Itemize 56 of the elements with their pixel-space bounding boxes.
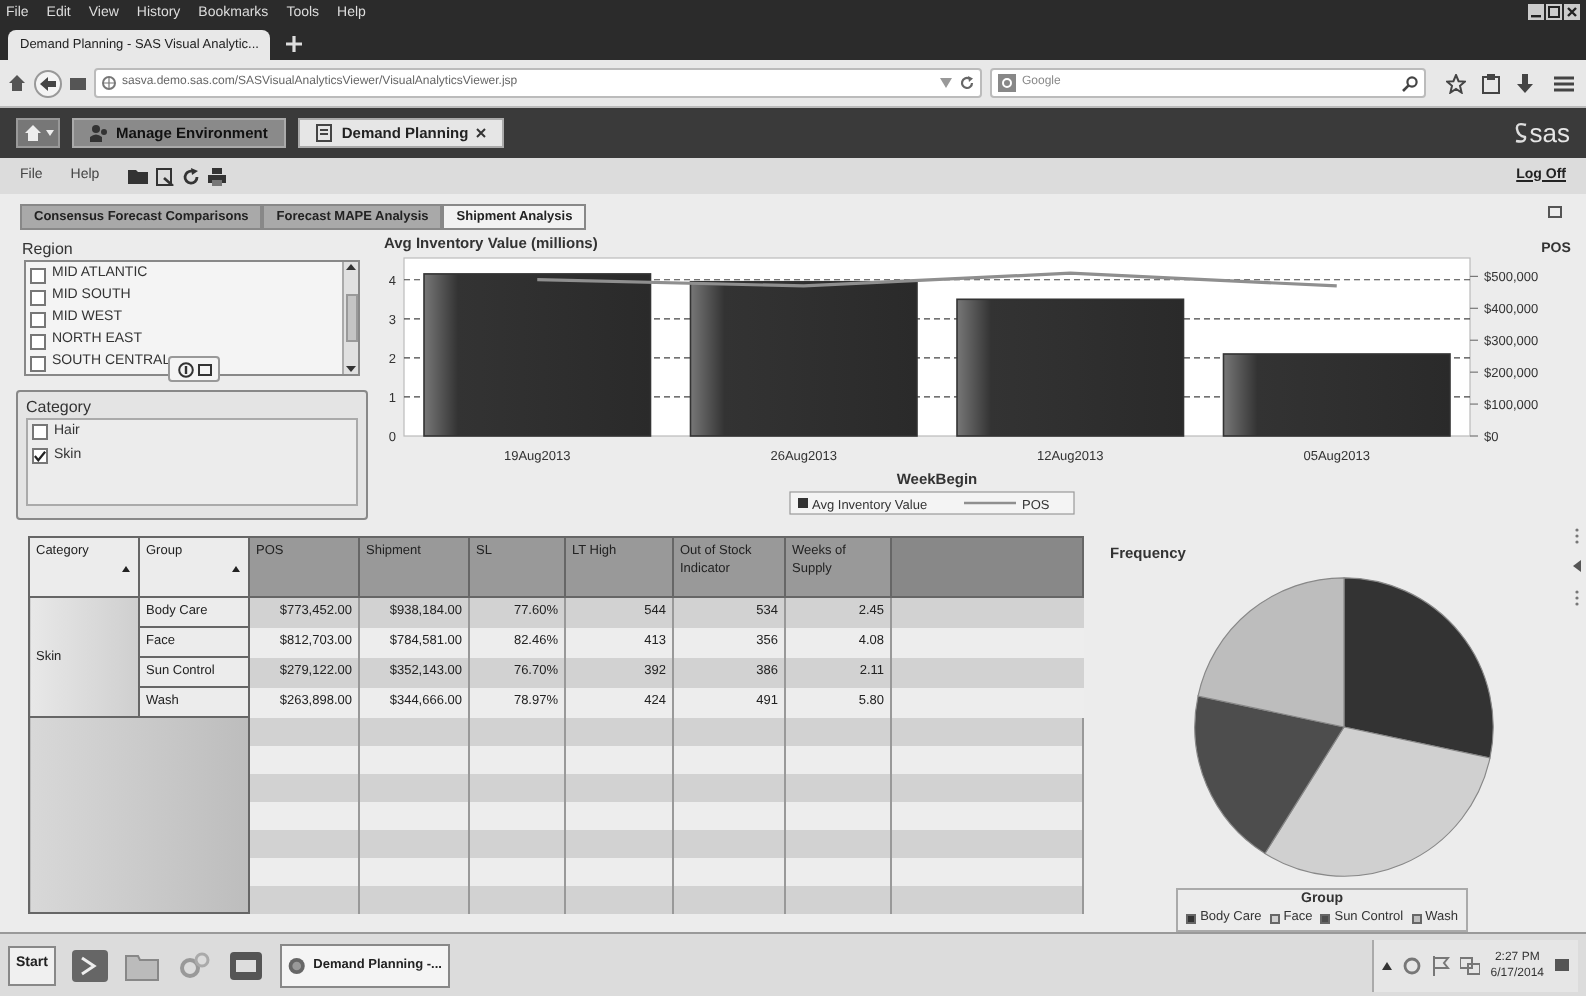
scrollbar-thumb[interactable] xyxy=(345,294,357,342)
caret-icon xyxy=(45,130,53,136)
home-icon xyxy=(23,124,41,142)
checkbox[interactable] xyxy=(30,267,46,283)
print-icon[interactable] xyxy=(207,167,226,185)
home-button[interactable] xyxy=(16,118,60,148)
network-icon[interactable] xyxy=(1460,955,1481,975)
sort-ascending-icon[interactable] xyxy=(122,566,130,572)
checkbox[interactable] xyxy=(30,333,46,349)
clipboard-icon[interactable] xyxy=(1482,73,1500,93)
reload-icon[interactable] xyxy=(960,76,974,90)
checkbox[interactable] xyxy=(30,311,46,327)
library-icon[interactable] xyxy=(70,75,86,91)
sort-ascending-icon[interactable] xyxy=(232,566,240,572)
new-tab-icon[interactable] xyxy=(286,36,303,52)
checkbox[interactable] xyxy=(32,424,48,440)
report-edit-icon[interactable] xyxy=(155,167,174,185)
search-icon[interactable] xyxy=(1402,75,1418,91)
filter-title: Region xyxy=(20,238,75,260)
maximize-icon[interactable] xyxy=(197,363,211,375)
report-icon xyxy=(315,124,334,142)
app-window-icon[interactable] xyxy=(227,949,264,981)
search-engine-icon[interactable] xyxy=(998,74,1016,92)
notification-icon[interactable] xyxy=(1554,957,1570,973)
info-icon[interactable] xyxy=(177,361,193,377)
checkbox[interactable] xyxy=(32,448,48,464)
checkbox[interactable] xyxy=(30,289,46,305)
filter-title: Category xyxy=(26,396,93,418)
close-icon[interactable] xyxy=(476,128,487,138)
checkbox[interactable] xyxy=(30,355,46,371)
scroll-down-icon[interactable] xyxy=(346,366,356,372)
legend-line-icon xyxy=(964,501,1016,505)
splitter-handle-icon[interactable] xyxy=(1572,526,1582,610)
flag-icon[interactable] xyxy=(1432,955,1451,975)
globe-icon xyxy=(102,76,116,90)
back-icon[interactable] xyxy=(34,69,62,97)
scroll-up-icon[interactable] xyxy=(346,264,356,270)
check-icon xyxy=(34,450,46,462)
bookmark-star-icon[interactable] xyxy=(1446,73,1466,93)
refresh-icon[interactable] xyxy=(181,167,200,185)
terminal-icon[interactable] xyxy=(71,949,108,981)
logo-text: sas xyxy=(1529,120,1570,146)
people-icon xyxy=(90,124,108,142)
minimize-icon[interactable] xyxy=(1528,4,1544,20)
close-icon[interactable] xyxy=(1564,4,1580,20)
home-icon[interactable] xyxy=(8,74,26,92)
tray-up-icon[interactable] xyxy=(1382,961,1393,969)
legend-swatch-icon xyxy=(798,498,808,508)
scrollbar[interactable] xyxy=(342,262,358,374)
dropdown-icon[interactable] xyxy=(940,78,952,88)
maximize-icon[interactable] xyxy=(1548,206,1562,218)
maximize-icon[interactable] xyxy=(1546,4,1562,20)
logo-swirl-icon xyxy=(1513,122,1528,144)
folder-icon[interactable] xyxy=(127,168,148,184)
download-icon[interactable] xyxy=(1516,73,1534,93)
menu-icon[interactable] xyxy=(1554,75,1574,91)
